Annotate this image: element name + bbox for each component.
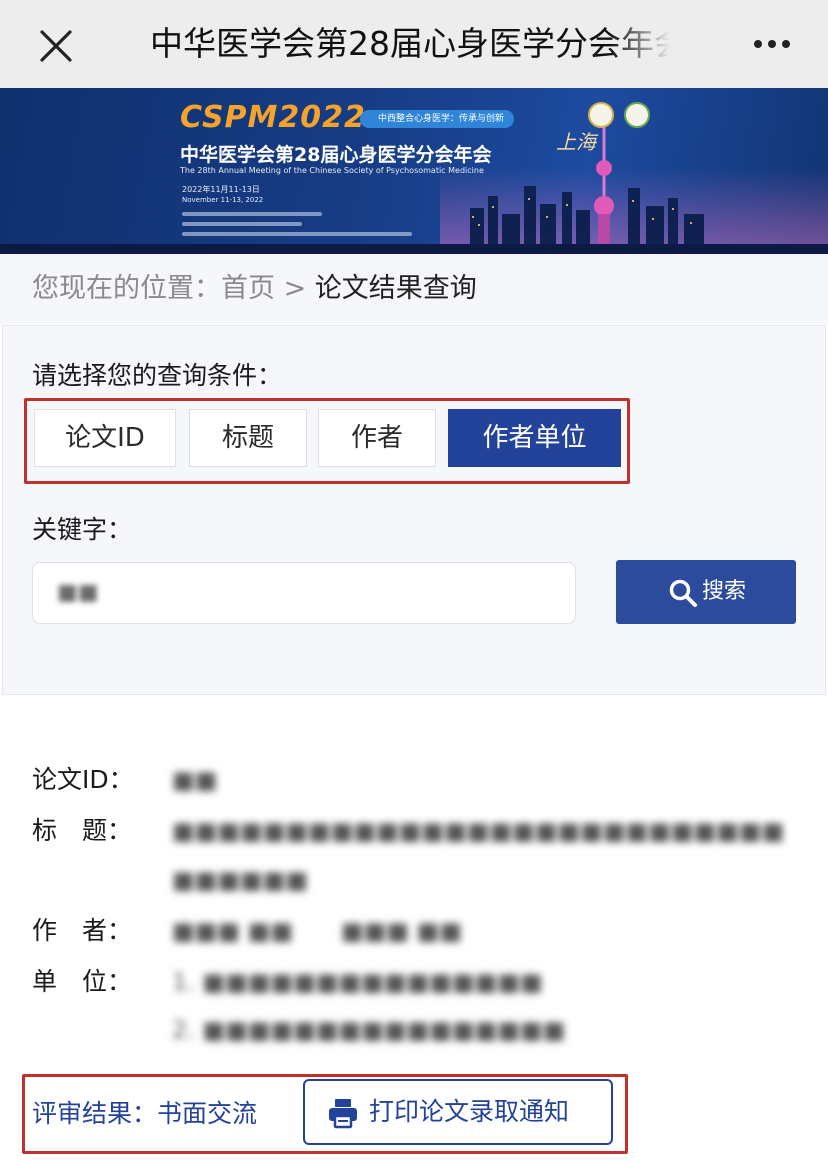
criteria-highlight-box	[24, 398, 630, 484]
banner-organizer-line	[182, 212, 322, 216]
organizer-emblem-icon	[624, 102, 650, 128]
result-unit-label: 单 位：	[32, 967, 133, 996]
breadcrumb-current: 论文结果查询	[314, 273, 477, 304]
search-button-label: 搜索	[702, 579, 747, 604]
result-id-value: ■■	[172, 766, 218, 794]
result-unit-value: 1. ■■■■■■■■■■■■■■■	[172, 968, 543, 996]
banner-title: 中华医学会第28届心身医学分会年会	[180, 144, 492, 166]
banner-organizer-line	[182, 222, 302, 226]
banner-subtitle: The 28th Annual Meeting of the Chinese S…	[180, 166, 484, 175]
banner-organizer-line	[182, 232, 412, 236]
search-button[interactable]: 搜索	[616, 560, 796, 624]
banner-city: 上海	[556, 130, 596, 154]
breadcrumb-home-link[interactable]: 首页	[221, 273, 275, 304]
result-title-label: 标 题：	[32, 816, 133, 845]
conference-logo: CSPM2022	[180, 100, 366, 135]
result-author-value: ■■■ ■■ ■■■ ■■	[172, 917, 463, 945]
result-title-value: ■■■■■■■■■■■■■■■■■■■■■■■■■■■	[172, 817, 785, 845]
more-horizontal-icon[interactable]	[752, 30, 792, 58]
banner-slogan: 中西整合心身医学：传承与创新	[360, 110, 515, 128]
review-highlight-box	[22, 1074, 628, 1154]
conference-banner: CSPM2022 中西整合心身医学：传承与创新 中华医学会第28届心身医学分会年…	[0, 88, 828, 254]
search-icon	[669, 579, 697, 607]
result-id-label: 论文ID：	[32, 765, 134, 794]
page-title: 中华医学会第28届心身医学分会年会	[150, 20, 670, 68]
keyword-label: 关键字：	[32, 515, 133, 544]
keyword-input[interactable]: ■■	[32, 562, 576, 624]
top-navbar: 中华医学会第28届心身医学分会年会	[0, 0, 828, 88]
breadcrumb: 您现在的位置：首页 > 论文结果查询	[32, 268, 477, 310]
result-unit-value-cont: 2. ■■■■■■■■■■■■■■■■	[172, 1016, 566, 1044]
keyword-input-value: ■■	[57, 580, 99, 605]
banner-date-en: November 11-13, 2022	[182, 196, 264, 204]
result-author-label: 作 者：	[32, 916, 133, 945]
result-title-value-cont: ■■■■■■	[172, 866, 309, 894]
breadcrumb-separator: >	[275, 273, 315, 304]
criteria-label: 请选择您的查询条件：	[32, 361, 283, 390]
breadcrumb-prefix: 您现在的位置：	[32, 273, 221, 304]
close-icon[interactable]	[36, 26, 76, 66]
society-emblem-icon	[588, 102, 614, 128]
banner-date-cn: 2022年11月11-13日	[182, 185, 260, 194]
